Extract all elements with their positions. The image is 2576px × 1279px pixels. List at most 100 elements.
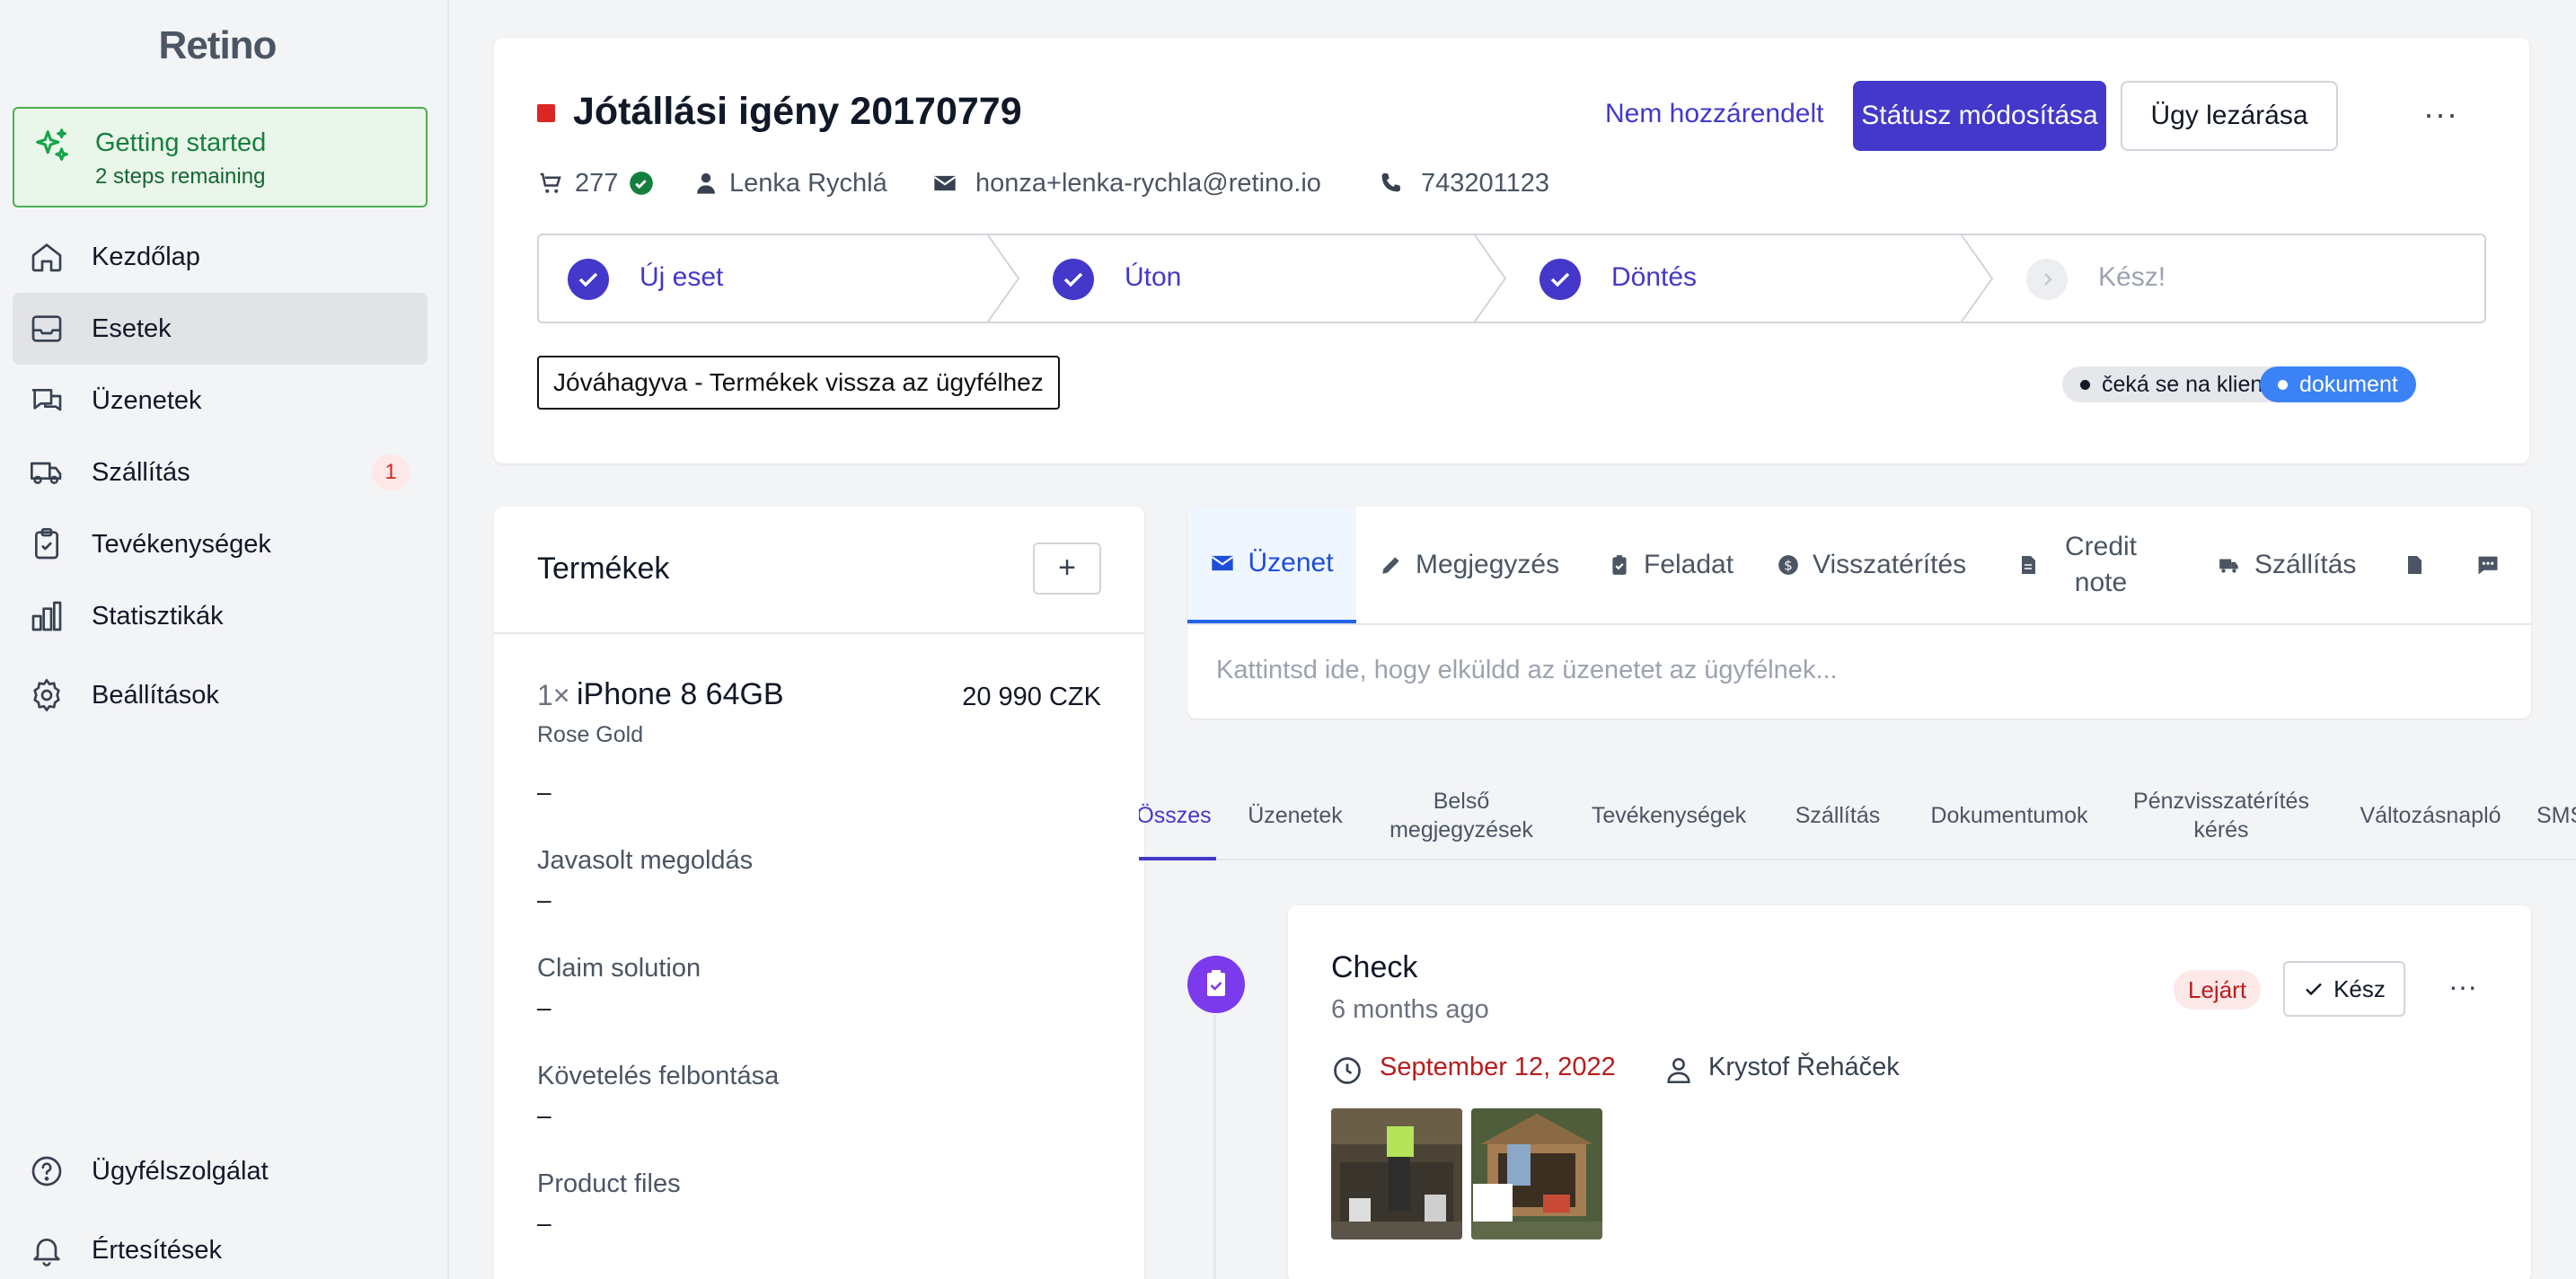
shipping-count-badge: 1 <box>372 454 410 490</box>
cart-icon <box>540 172 561 193</box>
products-title: Termékek <box>537 551 670 586</box>
sidebar-item-statisztikak[interactable]: Statisztikák <box>13 580 428 652</box>
mark-done-button[interactable]: Kész <box>2283 961 2405 1017</box>
add-product-button[interactable]: + <box>1033 542 1101 595</box>
tab-task[interactable]: Feladat <box>1608 507 1734 623</box>
dollar-circle-icon: $ <box>1778 555 1798 575</box>
divider <box>1187 623 2531 625</box>
status-text-box[interactable]: Jóváhagyva - Termékek vissza az ügyfélhe… <box>537 356 1060 410</box>
tab-sms[interactable]: SMS <box>2536 772 2576 859</box>
products-card: Termékek + 1× iPhone 8 64GB 20 990 CZK R… <box>494 507 1144 1279</box>
check-circle-icon <box>630 172 654 195</box>
svg-text:$: $ <box>1784 557 1793 573</box>
sidebar-item-label: Üzenetek <box>92 386 202 415</box>
timeline-tabs: Összes Üzenetek Belső megjegyzések Tevék… <box>1139 772 2576 862</box>
getting-started-card[interactable]: Getting started 2 steps remaining <box>13 107 428 207</box>
customer-phone: 743201123 <box>1421 168 1550 198</box>
composer-card: Üzenet Megjegyzés Feladat $ Visszatéríté… <box>1187 507 2531 719</box>
tab-activities[interactable]: Tevékenységek <box>1575 772 1762 859</box>
tab-all[interactable]: Összes <box>1139 772 1216 859</box>
tab-sms[interactable] <box>2475 507 2501 623</box>
gear-icon <box>33 679 60 711</box>
sidebar: Retino Getting started 2 steps remaining… <box>0 0 449 1279</box>
order-number: 277 <box>575 168 619 198</box>
tag-document[interactable]: dokument <box>2260 366 2416 402</box>
close-case-button[interactable]: Ügy lezárása <box>2121 81 2338 151</box>
change-status-button[interactable]: Státusz módosítása <box>1853 81 2106 151</box>
attachment-thumbnail[interactable] <box>1331 1108 1462 1239</box>
email-meta[interactable]: honza+lenka-rychla@retino.io <box>932 163 1321 203</box>
sidebar-item-ertesitesek[interactable]: Értesítések <box>13 1214 428 1279</box>
case-header-card: Jótállási igény 20170779 Nem hozzárendel… <box>494 38 2529 463</box>
sidebar-item-esetek[interactable]: Esetek <box>13 293 428 365</box>
truck-icon <box>31 462 62 484</box>
person-icon <box>697 172 715 194</box>
field-label: Követelés felbontása <box>537 1062 780 1090</box>
tab-label: Feladat <box>1644 550 1734 579</box>
case-progress-stepper: Új eset Úton Döntés Kész! <box>537 234 2486 323</box>
retino-logo[interactable]: Retino <box>0 23 435 68</box>
check-icon <box>2306 983 2322 996</box>
tab-internal-notes[interactable]: Belső megjegyzések <box>1387 772 1536 859</box>
sidebar-item-ugyfelszolgalat[interactable]: Ügyfélszolgálat <box>13 1135 428 1207</box>
tab-messages[interactable]: Üzenetek <box>1239 772 1351 859</box>
mail-icon <box>933 175 957 191</box>
sidebar-item-label: Értesítések <box>92 1236 223 1265</box>
tab-document[interactable] <box>2404 507 2425 623</box>
sidebar-item-tevekenysegek[interactable]: Tevékenységek <box>13 508 428 580</box>
tab-shipping[interactable]: Szállítás <box>1784 772 1892 859</box>
clipboard-icon <box>35 528 58 560</box>
field-label: Javasolt megoldás <box>537 846 754 875</box>
attachment-thumbnail[interactable] <box>1471 1108 1602 1239</box>
message-input[interactable]: Kattintsd ide, hogy elküldd az üzenetet … <box>1216 656 1838 685</box>
pencil-icon <box>1382 557 1399 574</box>
sidebar-item-szallitas[interactable]: Szállítás 1 <box>13 437 428 508</box>
tab-changelog[interactable]: Változásnapló <box>2342 772 2519 859</box>
expired-badge: Lejárt <box>2174 970 2262 1010</box>
task-icon <box>1187 956 1245 1013</box>
mail-icon <box>1212 555 1234 571</box>
help-icon <box>31 1156 62 1186</box>
sidebar-item-label: Beállítások <box>92 681 219 710</box>
sidebar-item-kezdolap[interactable]: Kezdőlap <box>13 221 428 293</box>
tab-message[interactable]: Üzenet <box>1187 507 1356 623</box>
field-label: Claim solution <box>537 954 701 983</box>
home-icon <box>31 243 62 272</box>
tab-label: Megjegyzés <box>1416 550 1560 579</box>
task-card: Check 6 months ago Lejárt Kész ··· Septe… <box>1288 905 2531 1279</box>
task-assignee: Krystof Řeháček <box>1708 1053 1900 1081</box>
tab-credit-note[interactable]: Credit note <box>2017 507 2150 623</box>
customer-meta: Lenka Rychlá <box>693 163 887 203</box>
case-status-square <box>537 104 555 122</box>
tab-label: Üzenet <box>1248 548 1334 578</box>
task-time-ago: 6 months ago <box>1331 995 1489 1024</box>
sidebar-item-label: Esetek <box>92 314 172 343</box>
more-options-icon[interactable]: ··· <box>2423 95 2458 133</box>
sidebar-item-label: Szállítás <box>92 458 190 487</box>
user-icon <box>1667 1057 1690 1084</box>
tab-refund-request[interactable]: Pénzvisszatérítés kérés <box>2118 772 2325 859</box>
phone-icon <box>1381 172 1401 192</box>
tab-note[interactable]: Megjegyzés <box>1380 507 1559 623</box>
sidebar-item-uzenetek[interactable]: Üzenetek <box>13 365 428 437</box>
divider <box>494 632 1144 634</box>
field-value: – <box>537 993 551 1021</box>
product-field-value: – <box>537 778 551 806</box>
inbox-icon <box>31 315 62 342</box>
tab-refund[interactable]: $ Visszatérítés <box>1777 507 1966 623</box>
tab-shipping[interactable]: Szállítás <box>2217 507 2356 623</box>
product-name[interactable]: iPhone 8 64GB <box>577 677 784 712</box>
sidebar-item-beallitasok[interactable]: Beállítások <box>13 659 428 731</box>
assignee-link[interactable]: Nem hozzárendelt <box>1605 99 1823 129</box>
chat-icon <box>31 389 62 411</box>
phone-meta[interactable]: 743201123 <box>1378 163 1549 203</box>
document-icon <box>2408 556 2422 574</box>
order-meta[interactable]: 277 <box>537 163 654 203</box>
sidebar-item-label: Ügyfélszolgálat <box>92 1157 269 1186</box>
tab-documents[interactable]: Dokumentumok <box>1917 772 2102 859</box>
clipboard-check-icon <box>1612 555 1627 575</box>
task-more-icon[interactable]: ··· <box>2448 970 2477 1003</box>
task-due-date: September 12, 2022 <box>1380 1053 1616 1081</box>
timeline-line <box>1213 1015 1216 1279</box>
tab-label: Szállítás <box>2254 550 2357 579</box>
